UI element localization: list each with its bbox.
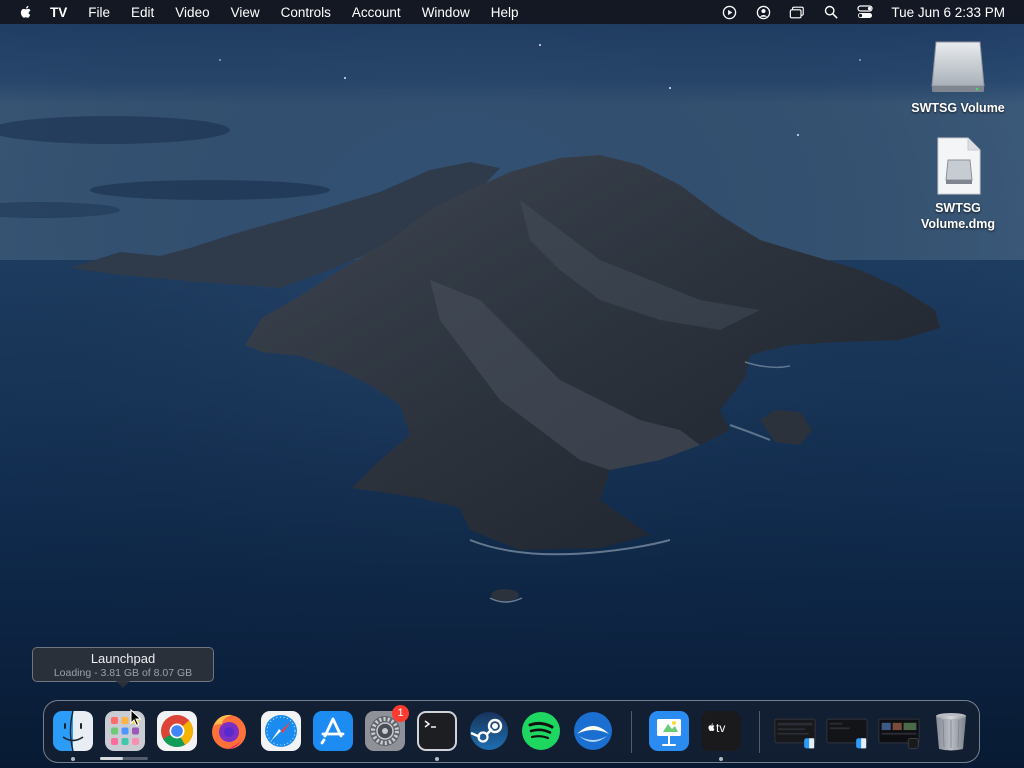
apple-tv-icon: tv (701, 711, 741, 751)
desktop-icon-volume[interactable]: SWTSG Volume (903, 36, 1013, 116)
dock-trash[interactable] (930, 710, 972, 752)
disk-drive-icon (931, 41, 985, 92)
menu-file[interactable]: File (88, 5, 110, 20)
launchpad-progress-fill (100, 757, 123, 760)
desktop-icon-label: SWTSG Volume (911, 101, 1005, 115)
dock-minimized-window-3[interactable] (878, 710, 924, 752)
spotify-icon (522, 712, 560, 750)
running-indicator (719, 757, 723, 761)
mouse-pointer-icon (130, 709, 142, 727)
dock-firefox[interactable] (208, 710, 250, 752)
dock-divider (631, 711, 632, 753)
menu-app-name[interactable]: TV (50, 5, 67, 20)
dock-minimized-window-2[interactable] (826, 710, 872, 752)
play-circle-icon[interactable] (721, 4, 737, 20)
menu-bar: TV File Edit Video View Controls Account… (0, 0, 1024, 24)
dock-finder[interactable] (52, 710, 94, 752)
dock-terminal[interactable] (416, 710, 458, 752)
apple-logo-icon[interactable] (18, 4, 34, 20)
user-circle-icon[interactable] (755, 4, 771, 20)
tv-label: tv (716, 721, 725, 735)
control-center-icon[interactable] (857, 4, 874, 20)
dock-minimized-window-1[interactable] (774, 710, 820, 752)
menu-video[interactable]: Video (175, 5, 209, 20)
menu-window[interactable]: Window (422, 5, 470, 20)
chrome-icon (157, 711, 197, 751)
search-icon[interactable] (823, 4, 839, 20)
menu-help[interactable]: Help (491, 5, 519, 20)
safari-icon (261, 711, 301, 751)
tooltip-subtitle: Loading - 3.81 GB of 8.07 GB (53, 667, 193, 679)
tooltip-title: Launchpad (90, 651, 156, 666)
running-indicator (71, 757, 75, 761)
dock: 1 tv (43, 700, 980, 763)
dock-safari[interactable] (260, 710, 302, 752)
dock-steam[interactable] (468, 710, 510, 752)
firefox-icon (212, 714, 246, 749)
dock-apple-tv[interactable]: tv (700, 710, 742, 752)
minimized-window-thumbnail (774, 718, 816, 749)
minimized-window-thumbnail (826, 718, 868, 749)
finder-icon (53, 710, 93, 752)
dock-system-settings[interactable]: 1 (364, 705, 409, 752)
desktop-icon-label: SWTSG Volume.dmg (920, 201, 996, 231)
menu-view[interactable]: View (231, 5, 260, 20)
terminal-icon (417, 711, 457, 751)
desktop-icon-dmg[interactable]: SWTSG Volume.dmg (903, 136, 1013, 232)
launchpad-progress-bar (100, 757, 148, 760)
menu-account[interactable]: Account (352, 5, 401, 20)
tooltip-arrow (116, 681, 130, 688)
dmg-file-icon (937, 137, 981, 195)
window-stack-icon[interactable] (789, 4, 805, 20)
steam-icon (470, 712, 508, 750)
dock-thunderbird[interactable] (572, 710, 614, 752)
minimized-window-thumbnail (878, 718, 920, 749)
dock-keynote[interactable] (648, 710, 690, 752)
dock-chrome[interactable] (156, 710, 198, 752)
menu-clock[interactable]: Tue Jun 6 2:33 PM (891, 5, 1005, 20)
status-area: Tue Jun 6 2:33 PM (721, 0, 1024, 24)
dock-tooltip: Launchpad Loading - 3.81 GB of 8.07 GB (32, 647, 214, 688)
dock-spotify[interactable] (520, 710, 562, 752)
dock-divider (759, 711, 760, 753)
notification-badge: 1 (392, 705, 409, 722)
thunderbird-icon (574, 712, 612, 750)
running-indicator (435, 757, 439, 761)
keynote-icon (649, 711, 689, 751)
dock-app-store[interactable] (312, 710, 354, 752)
menu-controls[interactable]: Controls (281, 5, 331, 20)
trash-icon (936, 713, 966, 751)
menu-edit[interactable]: Edit (131, 5, 154, 20)
app-store-icon (313, 711, 353, 751)
